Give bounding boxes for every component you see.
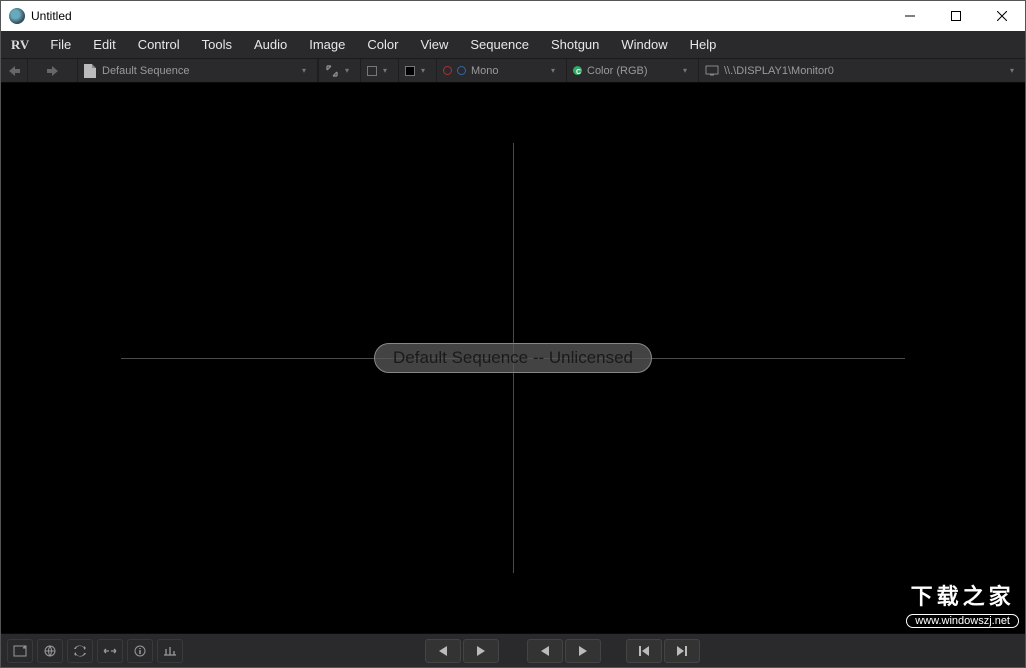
close-icon: [997, 11, 1007, 21]
app-logo: RV: [5, 37, 39, 53]
app-window: Untitled RV File Edit Control Tools Audi…: [0, 0, 1026, 668]
bg-tool-button[interactable]: ▾: [398, 59, 436, 82]
arrow-right-icon: [46, 65, 60, 77]
menu-help[interactable]: Help: [679, 31, 728, 58]
loop-icon: [73, 645, 87, 657]
chevron-down-icon: ▾: [344, 66, 354, 75]
chevron-down-icon: ▾: [1009, 66, 1019, 75]
menu-control[interactable]: Control: [127, 31, 191, 58]
menu-window[interactable]: Window: [610, 31, 678, 58]
watermark: 下载之家 www.windowszj.net: [900, 577, 1025, 633]
document-icon: [84, 64, 96, 78]
compare-button[interactable]: [97, 639, 123, 663]
chevron-down-icon: ▾: [550, 66, 560, 75]
menu-color[interactable]: Color: [356, 31, 409, 58]
frame-outline-icon: [367, 66, 377, 76]
chevron-down-icon: ▾: [301, 66, 311, 75]
menu-view[interactable]: View: [409, 31, 459, 58]
compare-icon: [103, 645, 117, 657]
skip-back-button[interactable]: [626, 639, 662, 663]
globe-icon: [43, 645, 57, 657]
color-label: Color (RGB): [587, 65, 648, 77]
window-title: Untitled: [31, 9, 72, 23]
stereo-right-icon: [457, 66, 466, 75]
menu-tools[interactable]: Tools: [191, 31, 243, 58]
info-button[interactable]: [127, 639, 153, 663]
step-back-button[interactable]: [527, 639, 563, 663]
skip-controls: [626, 639, 700, 663]
play-reverse-icon: [437, 645, 449, 657]
step-forward-button[interactable]: [565, 639, 601, 663]
stereo-left-icon: [443, 66, 452, 75]
playback-controls: [425, 639, 601, 663]
play-forward-icon: [475, 645, 487, 657]
menu-image[interactable]: Image: [298, 31, 356, 58]
color-selector[interactable]: C Color (RGB) ▾: [566, 59, 698, 82]
display-selector[interactable]: \\.\DISPLAY1\Monitor0 ▾: [698, 59, 1025, 82]
chevron-down-icon: ▾: [682, 66, 692, 75]
skip-forward-button[interactable]: [664, 639, 700, 663]
timeline-icon: [163, 645, 177, 657]
arrow-left-icon: [7, 65, 21, 77]
menu-sequence[interactable]: Sequence: [459, 31, 540, 58]
watermark-url: www.windowszj.net: [906, 614, 1019, 628]
sequence-selector[interactable]: Default Sequence ▾: [78, 59, 318, 82]
menu-edit[interactable]: Edit: [82, 31, 126, 58]
fit-tool-button[interactable]: ▾: [318, 59, 360, 82]
menubar: RV File Edit Control Tools Audio Image C…: [1, 31, 1025, 59]
menu-audio[interactable]: Audio: [243, 31, 298, 58]
watermark-title: 下载之家: [906, 579, 1019, 611]
info-icon: [133, 645, 147, 657]
timeline-button[interactable]: [157, 639, 183, 663]
skip-back-icon: [638, 645, 650, 657]
chevron-down-icon: ▾: [420, 66, 430, 75]
fullscreen-button[interactable]: [7, 639, 33, 663]
display-label: \\.\DISPLAY1\Monitor0: [724, 65, 834, 77]
toolbar: Default Sequence ▾ ▾ ▾ ▾ Mono ▾ C Color …: [1, 59, 1025, 83]
maximize-button[interactable]: [933, 1, 979, 31]
stereo-label: Mono: [471, 65, 499, 77]
nav-forward-button[interactable]: [28, 59, 78, 82]
menu-file[interactable]: File: [39, 31, 82, 58]
chevron-down-icon: ▾: [382, 66, 392, 75]
app-icon: [9, 8, 25, 24]
nav-back-button[interactable]: [1, 59, 28, 82]
step-back-icon: [539, 645, 551, 657]
minimize-button[interactable]: [887, 1, 933, 31]
play-forward-button[interactable]: [463, 639, 499, 663]
loop-button[interactable]: [67, 639, 93, 663]
viewport[interactable]: Default Sequence -- Unlicensed 下载之家 www.…: [1, 83, 1025, 633]
skip-forward-icon: [676, 645, 688, 657]
step-forward-icon: [577, 645, 589, 657]
viewport-overlay-label: Default Sequence -- Unlicensed: [374, 343, 652, 373]
minimize-icon: [905, 11, 915, 21]
maximize-icon: [951, 11, 961, 21]
stereo-selector[interactable]: Mono ▾: [436, 59, 566, 82]
bg-swatch-icon: [405, 66, 415, 76]
monitor-icon: [705, 65, 719, 76]
frame-tool-button[interactable]: ▾: [360, 59, 398, 82]
fit-icon: [325, 64, 339, 78]
sequence-label: Default Sequence: [102, 65, 189, 77]
close-button[interactable]: [979, 1, 1025, 31]
network-button[interactable]: [37, 639, 63, 663]
menu-shotgun[interactable]: Shotgun: [540, 31, 610, 58]
titlebar: Untitled: [1, 1, 1025, 31]
play-reverse-button[interactable]: [425, 639, 461, 663]
bottombar: [1, 633, 1025, 667]
fullscreen-icon: [13, 645, 27, 657]
